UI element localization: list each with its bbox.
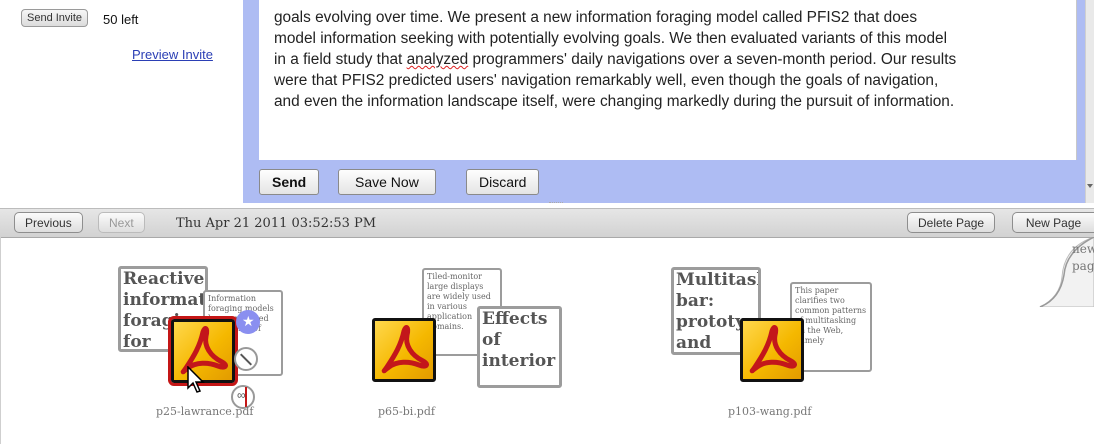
star-icon: ★ (242, 313, 255, 329)
save-now-button[interactable]: Save Now (338, 169, 436, 195)
new-page-curl[interactable]: new page (1020, 237, 1094, 307)
invite-panel: Send Invite 50 left Preview Invite (0, 0, 243, 203)
compose-line-part: programmers' daily navigations over a se… (468, 51, 957, 68)
delete-page-button[interactable]: Delete Page (907, 212, 996, 233)
document-item[interactable]: Tiled-monitor large displays are widely … (368, 262, 568, 427)
document-item[interactable]: Reactive information foraging for Inform… (110, 262, 300, 427)
new-page-button[interactable]: New Page (1012, 212, 1094, 233)
invites-left-count: 50 left (103, 12, 139, 27)
document-filename: p65-bi.pdf (378, 405, 435, 418)
send-button[interactable]: Send (259, 169, 320, 195)
document-filename: p25-lawrance.pdf (156, 405, 254, 418)
document-item[interactable]: Multitask bar: prototype and This paper … (668, 262, 888, 427)
left-edge-line (0, 237, 1, 444)
document-title-thumbnail: Effects of interior (477, 306, 562, 388)
curl-text-line: new (1072, 242, 1094, 256)
compose-line: in a field study that analyzed programme… (274, 49, 1069, 70)
pen-icon (239, 353, 253, 366)
star-tool-button[interactable]: ★ (236, 310, 260, 334)
compose-line: goals evolving over time. We present a n… (274, 9, 918, 26)
compose-text: goals evolving over time. We present a n… (274, 7, 1069, 112)
acrobat-logo-icon (381, 325, 429, 374)
mouse-cursor-icon (187, 366, 205, 393)
next-page-button[interactable]: Next (98, 212, 145, 233)
selection-line (245, 387, 247, 407)
annotate-tool-button[interactable] (234, 347, 258, 371)
preview-invite-link[interactable]: Preview Invite (132, 47, 213, 62)
discard-button[interactable]: Discard (466, 169, 540, 195)
compose-line-part: in a field study that (274, 51, 407, 68)
scroll-down-arrow-icon[interactable] (1087, 184, 1093, 188)
compose-line: and even the information landscape itsel… (274, 93, 955, 110)
cut-off-line (259, 0, 1076, 5)
curl-text-line: page (1072, 259, 1094, 273)
page-timestamp: Thu Apr 21 2011 03:52:53 PM (176, 216, 377, 231)
acrobat-logo-icon (749, 325, 797, 374)
compose-line: were that PFIS2 predicted users' navigat… (274, 72, 939, 89)
send-invite-button[interactable]: Send Invite (21, 9, 89, 27)
page-toolbar: Previous Next Thu Apr 21 2011 03:52:53 P… (0, 208, 1094, 238)
compose-line: model information seeking with potential… (274, 30, 948, 47)
pdf-file-icon[interactable] (372, 318, 436, 382)
document-filename: p103-wang.pdf (728, 405, 812, 418)
previous-page-button[interactable]: Previous (14, 212, 83, 233)
pdf-file-icon[interactable] (740, 318, 804, 382)
misspelled-word: analyzed (406, 51, 469, 68)
vertical-scrollbar[interactable] (1085, 0, 1094, 203)
